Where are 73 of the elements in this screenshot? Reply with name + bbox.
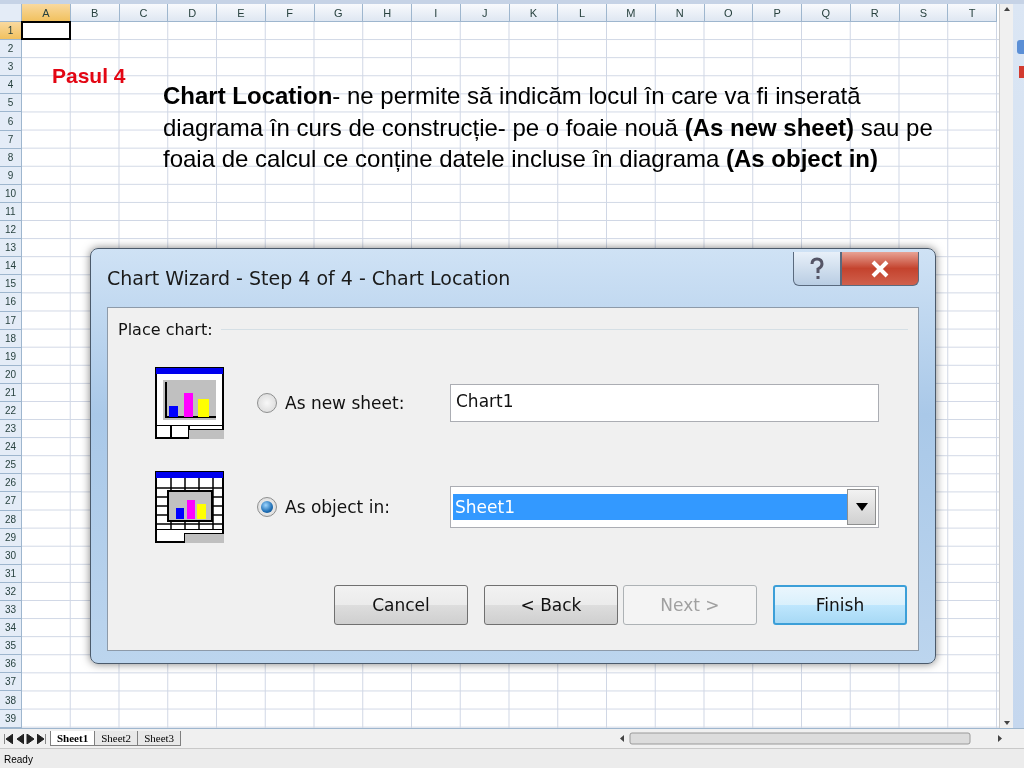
- row-header[interactable]: 33: [0, 601, 22, 620]
- row-header[interactable]: 25: [0, 456, 22, 475]
- column-header[interactable]: B: [70, 4, 120, 22]
- previous-sheet-button[interactable]: [15, 733, 24, 744]
- row-header[interactable]: 15: [0, 275, 22, 294]
- next-sheet-button[interactable]: [26, 733, 35, 744]
- column-header[interactable]: C: [119, 4, 169, 22]
- column-header[interactable]: K: [509, 4, 559, 22]
- help-icon: [808, 256, 826, 281]
- dropdown-value: Sheet1: [453, 494, 847, 520]
- first-sheet-button[interactable]: [4, 733, 13, 744]
- row-header[interactable]: 4: [0, 76, 22, 95]
- dialog-button[interactable]: < Back: [484, 585, 618, 625]
- row-header[interactable]: 35: [0, 637, 22, 656]
- chart-name-field[interactable]: Chart1: [450, 384, 879, 422]
- step-heading: Pasul 4: [52, 64, 126, 88]
- column-header[interactable]: F: [265, 4, 315, 22]
- row-header[interactable]: 3: [0, 58, 22, 77]
- column-header[interactable]: R: [850, 4, 900, 22]
- row-header[interactable]: 23: [0, 420, 22, 439]
- row-header[interactable]: 24: [0, 438, 22, 457]
- column-header[interactable]: T: [948, 4, 997, 22]
- description-text: Chart Location- ne permite să indicăm locul în care va fi inserată diagrama în curs de construcție- pe o foaie nouă (As new sheet) sau pe foaia de calcul ce conține datele incluse în diagrama (As object in): [163, 81, 934, 174]
- row-header[interactable]: 36: [0, 655, 22, 674]
- column-header[interactable]: L: [558, 4, 607, 22]
- option-label: As object in:: [285, 497, 391, 517]
- worksheet-chart-icon: [155, 471, 225, 543]
- row-header[interactable]: 16: [0, 293, 22, 312]
- sheet-tab[interactable]: Sheet2: [94, 731, 139, 746]
- vertical-scrollbar[interactable]: [999, 4, 1013, 728]
- row-header[interactable]: 14: [0, 257, 22, 276]
- column-header[interactable]: O: [704, 4, 754, 22]
- column-header[interactable]: D: [168, 4, 217, 22]
- column-header[interactable]: G: [314, 4, 364, 22]
- status-text: Ready: [4, 753, 33, 765]
- column-header[interactable]: Q: [802, 4, 851, 22]
- option-label: As new sheet:: [285, 393, 406, 413]
- close-icon: [870, 259, 890, 278]
- row-header[interactable]: 5: [0, 94, 22, 113]
- column-header[interactable]: J: [460, 4, 510, 22]
- column-header[interactable]: N: [655, 4, 705, 22]
- group-label: Place chart:: [118, 320, 213, 339]
- radio-button[interactable]: [257, 497, 277, 517]
- dialog-button[interactable]: Finish: [773, 585, 907, 625]
- radio-button[interactable]: [257, 393, 277, 413]
- row-header[interactable]: 1: [0, 22, 22, 41]
- help-button[interactable]: [793, 252, 841, 286]
- row-header[interactable]: 12: [0, 221, 22, 240]
- column-header[interactable]: S: [899, 4, 949, 22]
- dropdown-button[interactable]: [847, 489, 876, 525]
- caret-icon: [855, 503, 868, 511]
- row-header[interactable]: 38: [0, 691, 22, 710]
- dialog-button[interactable]: Cancel: [334, 585, 468, 625]
- column-header[interactable]: I: [412, 4, 461, 22]
- chart-sheet-icon: [155, 367, 225, 439]
- row-header[interactable]: 34: [0, 619, 22, 638]
- column-header[interactable]: P: [753, 4, 802, 22]
- selected-cell[interactable]: [21, 21, 71, 41]
- row-header[interactable]: 13: [0, 239, 22, 258]
- row-header[interactable]: 27: [0, 492, 22, 511]
- column-header[interactable]: A: [22, 4, 71, 22]
- row-header[interactable]: 6: [0, 112, 22, 131]
- sheet-tab[interactable]: Sheet3: [137, 731, 182, 746]
- column-header[interactable]: M: [607, 4, 656, 22]
- column-header[interactable]: H: [363, 4, 412, 22]
- close-button[interactable]: [841, 252, 919, 286]
- sheet-tab[interactable]: Sheet1: [50, 731, 96, 746]
- row-header[interactable]: 2: [0, 40, 22, 59]
- row-header[interactable]: 26: [0, 474, 22, 493]
- row-header[interactable]: 37: [0, 673, 22, 692]
- column-header[interactable]: E: [217, 4, 266, 22]
- last-sheet-button[interactable]: [37, 733, 46, 744]
- dialog-title: Chart Wizard - Step 4 of 4 - Chart Location: [107, 267, 511, 289]
